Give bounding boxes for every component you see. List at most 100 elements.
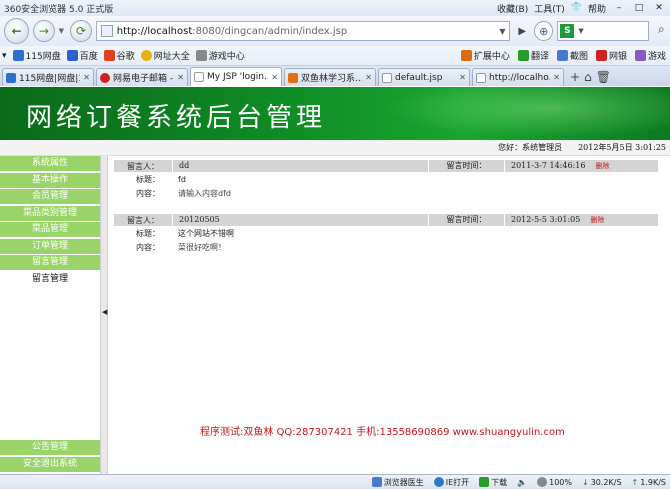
delete-link[interactable]: 删除 <box>595 160 609 172</box>
title-value: 这个网站不错啊 <box>178 228 234 238</box>
sidebar-item-message-management[interactable]: 留言管理 <box>0 255 100 271</box>
forward-button[interactable]: → <box>33 20 55 42</box>
tab-close-icon[interactable]: ✕ <box>177 73 184 82</box>
page-banner: 网络订餐系统后台管理 <box>0 87 670 140</box>
time-cell: 2011-3-7 14:46:16 删除 <box>504 160 658 172</box>
user-info-bar: 您好：系统管理员 2012年5月5日 3:01:25 <box>0 140 670 156</box>
history-dropdown-icon[interactable]: ▼ <box>59 27 67 35</box>
back-arrow-icon: ← <box>11 24 22 38</box>
title-label: 标题： <box>136 228 160 238</box>
scissors-icon <box>556 50 568 61</box>
game-icon <box>634 50 646 61</box>
skin-icon[interactable]: 👕 <box>571 3 582 13</box>
tab-163-mail[interactable]: 网易电子邮箱 -...✕ <box>96 68 188 86</box>
sound-icon[interactable]: 🔈 <box>517 478 527 487</box>
extension-center-button[interactable]: 扩展中心 <box>460 49 510 62</box>
message-content-row: 内容： 菜很好吃啊！ <box>114 240 658 254</box>
collapse-arrow-icon[interactable]: ◀ <box>102 308 107 316</box>
sidebar-item-order-management[interactable]: 订单管理 <box>0 238 100 255</box>
menu-help[interactable]: 帮助 <box>588 2 606 15</box>
sidebar-item-basic-operations[interactable]: 基本操作 <box>0 172 100 189</box>
tab-favicon <box>194 72 204 82</box>
maximize-icon[interactable]: □ <box>632 2 646 14</box>
ie-icon <box>433 477 444 487</box>
tab-actions: + ⌂ 🗑 <box>570 68 611 86</box>
back-button[interactable]: ← <box>4 18 30 44</box>
online-banking-button[interactable]: 网银 <box>595 49 627 62</box>
window-menu: 收藏(B) 工具(T) 👕 帮助 – □ ✕ <box>497 2 670 15</box>
navigation-bar: ← → ▼ ⟳ http://localhost:8080/dingcan/ad… <box>0 16 670 46</box>
fav-game-center[interactable]: 游戏中心 <box>195 49 245 62</box>
author-label: 留言人： <box>127 215 159 225</box>
go-icon[interactable]: ▶ <box>514 21 530 41</box>
favorites-toggle[interactable]: ▾ <box>2 51 7 61</box>
fav-baidu[interactable]: 百度 <box>66 49 98 62</box>
tab-close-icon[interactable]: ✕ <box>83 73 90 82</box>
minimize-icon[interactable]: – <box>612 2 626 14</box>
message-header: 留言人： 20120505 留言时间： 2012-5-5 3:01:05 删除 <box>114 214 658 226</box>
search-engine-dropdown-icon[interactable]: ▼ <box>578 27 583 35</box>
download-speed: ↓ 30.2K/S <box>582 477 622 487</box>
up-arrow-icon: ↑ <box>631 477 639 487</box>
security-shield-icon[interactable]: ⊕ <box>533 21 554 41</box>
sidebar-item-dish-management[interactable]: 菜品管理 <box>0 222 100 238</box>
toolbar-right: 扩展中心 翻译 截图 网银 游戏 <box>460 49 670 62</box>
sidebar-item-system-properties[interactable]: 系统属性 <box>0 156 100 172</box>
tab-close-icon[interactable]: ✕ <box>459 73 466 82</box>
content-value: 请输入内容dfd <box>178 188 231 198</box>
tab-default-jsp[interactable]: default.jsp ✕ <box>378 68 470 86</box>
bank-icon <box>595 50 607 61</box>
fav-115-wangpan[interactable]: 115网盘 <box>12 49 61 62</box>
close-icon[interactable]: ✕ <box>652 2 666 14</box>
trash-icon[interactable]: 🗑 <box>596 70 611 84</box>
wangpan-icon <box>12 50 24 61</box>
sidebar-splitter[interactable]: ◀ <box>100 156 108 474</box>
content-value: 菜很好吃啊！ <box>178 242 226 252</box>
fav-url-directory[interactable]: 网址大全 <box>140 49 190 62</box>
translate-button[interactable]: 翻译 <box>517 49 549 62</box>
tab-favicon <box>288 72 298 83</box>
tab-localhost[interactable]: http://localho...✕ <box>472 68 564 86</box>
message-item: 留言人： dd 留言时间： 2011-3-7 14:46:16 删除 标题： f… <box>114 160 658 200</box>
zoom-level[interactable]: 100% <box>537 477 572 487</box>
sidebar-item-dish-category-management[interactable]: 菜品类别管理 <box>0 205 100 222</box>
delete-link[interactable]: 删除 <box>590 214 604 226</box>
google-icon <box>103 50 115 61</box>
page-icon <box>100 25 113 37</box>
tab-favicon <box>6 72 16 83</box>
sidebar-item-logout[interactable]: 安全退出系统 <box>0 456 100 473</box>
tab-close-icon[interactable]: ✕ <box>365 73 372 82</box>
tab-favicon <box>382 72 392 83</box>
sidebar-item-member-management[interactable]: 会员管理 <box>0 189 100 205</box>
menu-favorites[interactable]: 收藏(B) <box>497 2 528 15</box>
upload-speed: ↑ 1.9K/S <box>631 477 666 487</box>
refresh-button[interactable]: ⟳ <box>70 20 92 42</box>
search-box[interactable]: S ▼ <box>557 21 649 41</box>
search-icon[interactable]: ⌕ <box>653 22 670 40</box>
new-tab-icon[interactable]: + <box>570 70 580 84</box>
screenshot-button[interactable]: 截图 <box>556 49 588 62</box>
tab-close-icon[interactable]: ✕ <box>271 73 278 82</box>
download-button[interactable]: 下载 <box>479 477 507 488</box>
tab-shuangyulin[interactable]: 双鱼林学习系... ✕ <box>284 68 376 86</box>
down-arrow-icon: ↓ <box>582 477 589 487</box>
address-url[interactable]: http://localhost:8080/dingcan/admin/inde… <box>117 26 347 37</box>
fav-google[interactable]: 谷歌 <box>103 49 135 62</box>
tab-115-wangpan[interactable]: 115网盘|网盘|1...✕ <box>2 68 94 86</box>
tab-bar: 115网盘|网盘|1...✕ 网易电子邮箱 -...✕ My JSP 'logi… <box>0 66 670 86</box>
tab-my-jsp-login[interactable]: My JSP 'login... ✕ <box>190 67 282 86</box>
browser-doctor-button[interactable]: 浏览器医生 <box>371 477 424 488</box>
ie-open-button[interactable]: IE打开 <box>433 477 469 488</box>
window-title: 360安全浏览器 5.0 正式版 <box>4 4 114 15</box>
tab-close-icon[interactable]: ✕ <box>553 73 560 82</box>
sidebar-item-announcement-management[interactable]: 公告管理 <box>0 440 100 456</box>
time-cell: 2012-5-5 3:01:05 删除 <box>504 214 658 226</box>
home-icon[interactable]: ⌂ <box>584 70 592 84</box>
menu-tools[interactable]: 工具(T) <box>534 2 565 15</box>
address-bar[interactable]: http://localhost:8080/dingcan/admin/inde… <box>95 21 511 41</box>
games-button[interactable]: 游戏 <box>634 49 666 62</box>
address-dropdown-icon[interactable]: ▼ <box>495 27 509 36</box>
time-label: 留言时间： <box>428 214 504 226</box>
sidebar-subitem-message-management[interactable]: 留言管理 <box>0 271 100 288</box>
search-engine-icon[interactable]: S <box>560 24 575 38</box>
